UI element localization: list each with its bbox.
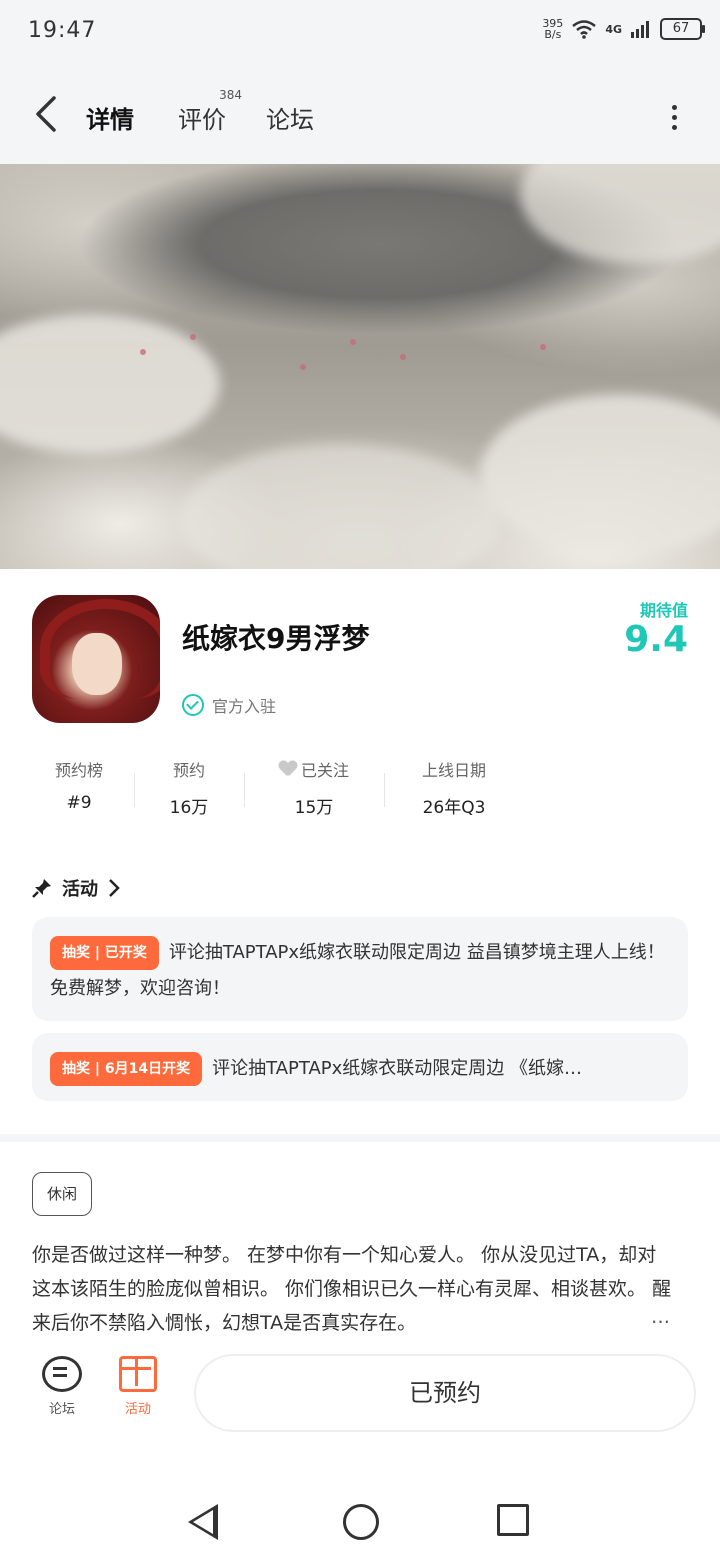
gift-icon [119, 1356, 157, 1392]
top-navigation: 详情 评价 384 论坛 [0, 64, 720, 164]
activity-text: 评论抽TAPTAPx纸嫁衣联动限定周边 《纸嫁… [212, 1058, 582, 1079]
heart-icon [279, 761, 297, 777]
battery-icon: 67 [660, 18, 705, 40]
stat-label: 预约 [172, 761, 205, 780]
bottom-action-bar: 论坛 活动 已预约 [0, 1348, 720, 1438]
stat-ranking[interactable]: 预约榜 #9 [24, 757, 134, 818]
petal-dot [400, 354, 406, 360]
tab-forum-label: 论坛 [266, 106, 314, 134]
expectation-score: 9.4 [624, 619, 688, 660]
official-label: 官方入驻 [212, 697, 277, 716]
network-type: 4G [605, 22, 622, 36]
activity-section-header[interactable]: 活动 [32, 875, 120, 901]
game-app-icon [32, 595, 160, 723]
wifi-icon [572, 20, 597, 39]
stat-label: 预约榜 [54, 761, 103, 780]
network-speed: 395 B/s [542, 17, 564, 41]
back-arrow-icon[interactable] [30, 94, 66, 134]
petal-dot [300, 364, 306, 370]
genre-tag[interactable]: 休闲 [32, 1172, 93, 1216]
activity-card[interactable]: 抽奖 | 6月14日开奖 评论抽TAPTAPx纸嫁衣联动限定周边 《纸嫁… [32, 1033, 688, 1101]
stat-release-date: 上线日期 26年Q3 [384, 757, 524, 818]
petal-dot [140, 349, 146, 355]
game-title: 纸嫁衣9男浮梦 [182, 622, 370, 655]
petal-dot [190, 334, 196, 340]
stat-value: 15万 [294, 798, 334, 818]
activity-button-label: 活动 [124, 1402, 151, 1417]
description-ellipsis[interactable]: … [647, 1306, 670, 1328]
system-navigation-bar [0, 1460, 720, 1560]
petal-dot [540, 344, 546, 350]
stat-value: 26年Q3 [422, 798, 486, 818]
nav-back-icon[interactable] [188, 1504, 218, 1540]
lottery-badge: 抽奖 | 已开奖 [50, 936, 159, 970]
activity-heading: 活动 [62, 879, 98, 900]
stat-followed[interactable]: 已关注 15万 [244, 757, 384, 818]
status-indicators: 395 B/s 4G 67 [542, 17, 705, 41]
activity-button[interactable]: 活动 [108, 1356, 168, 1417]
stat-value: #9 [66, 793, 92, 813]
status-time: 19:47 [28, 18, 97, 43]
nav-home-icon[interactable] [343, 1504, 379, 1540]
section-divider [0, 1134, 720, 1142]
status-bar: 19:47 395 B/s 4G 67 [0, 0, 720, 64]
forum-button[interactable]: 论坛 [32, 1356, 92, 1417]
pin-icon [32, 879, 51, 898]
cloud-shape [480, 394, 720, 554]
tab-details-label: 详情 [86, 106, 134, 134]
nav-recents-icon[interactable] [497, 1504, 529, 1536]
more-options-icon[interactable] [664, 100, 684, 136]
chevron-right-icon [109, 879, 120, 897]
activity-card[interactable]: 抽奖 | 已开奖 评论抽TAPTAPx纸嫁衣联动限定周边 益昌镇梦境主理人上线！免… [32, 917, 688, 1021]
tab-forum[interactable]: 论坛 [266, 100, 314, 135]
review-count-badge: 384 [219, 88, 242, 102]
stat-label: 已关注 [300, 761, 349, 780]
stat-label: 上线日期 [421, 761, 486, 780]
tab-reviews[interactable]: 评价 384 [178, 88, 242, 135]
lottery-badge: 抽奖 | 6月14日开奖 [50, 1052, 203, 1086]
expectation-label: 期待值 [639, 601, 688, 620]
cloud-shape [520, 164, 720, 264]
game-description[interactable]: 你是否做过这样一种梦。 在梦中你有一个知心爱人。 你从没见过TA，却对这本该陌生… [32, 1238, 672, 1340]
tab-reviews-label: 评价 [178, 106, 226, 134]
stat-value: 16万 [169, 798, 209, 818]
tab-details[interactable]: 详情 [86, 100, 134, 139]
reserved-button[interactable]: 已预约 [194, 1354, 696, 1432]
petal-dot [350, 339, 356, 345]
chat-bubble-icon [42, 1356, 82, 1392]
cloud-shape [0, 314, 220, 454]
stat-reservations: 预约 16万 [134, 757, 244, 818]
cloud-shape [180, 444, 500, 569]
verified-check-icon [182, 694, 204, 716]
official-verified: 官方入驻 [182, 693, 276, 717]
forum-button-label: 论坛 [48, 1402, 75, 1417]
signal-icon [631, 21, 649, 38]
game-stats: 预约榜 #9 预约 16万 已关注 15万 上线日期 26年Q3 [24, 757, 524, 818]
hero-banner-image[interactable] [0, 164, 720, 569]
